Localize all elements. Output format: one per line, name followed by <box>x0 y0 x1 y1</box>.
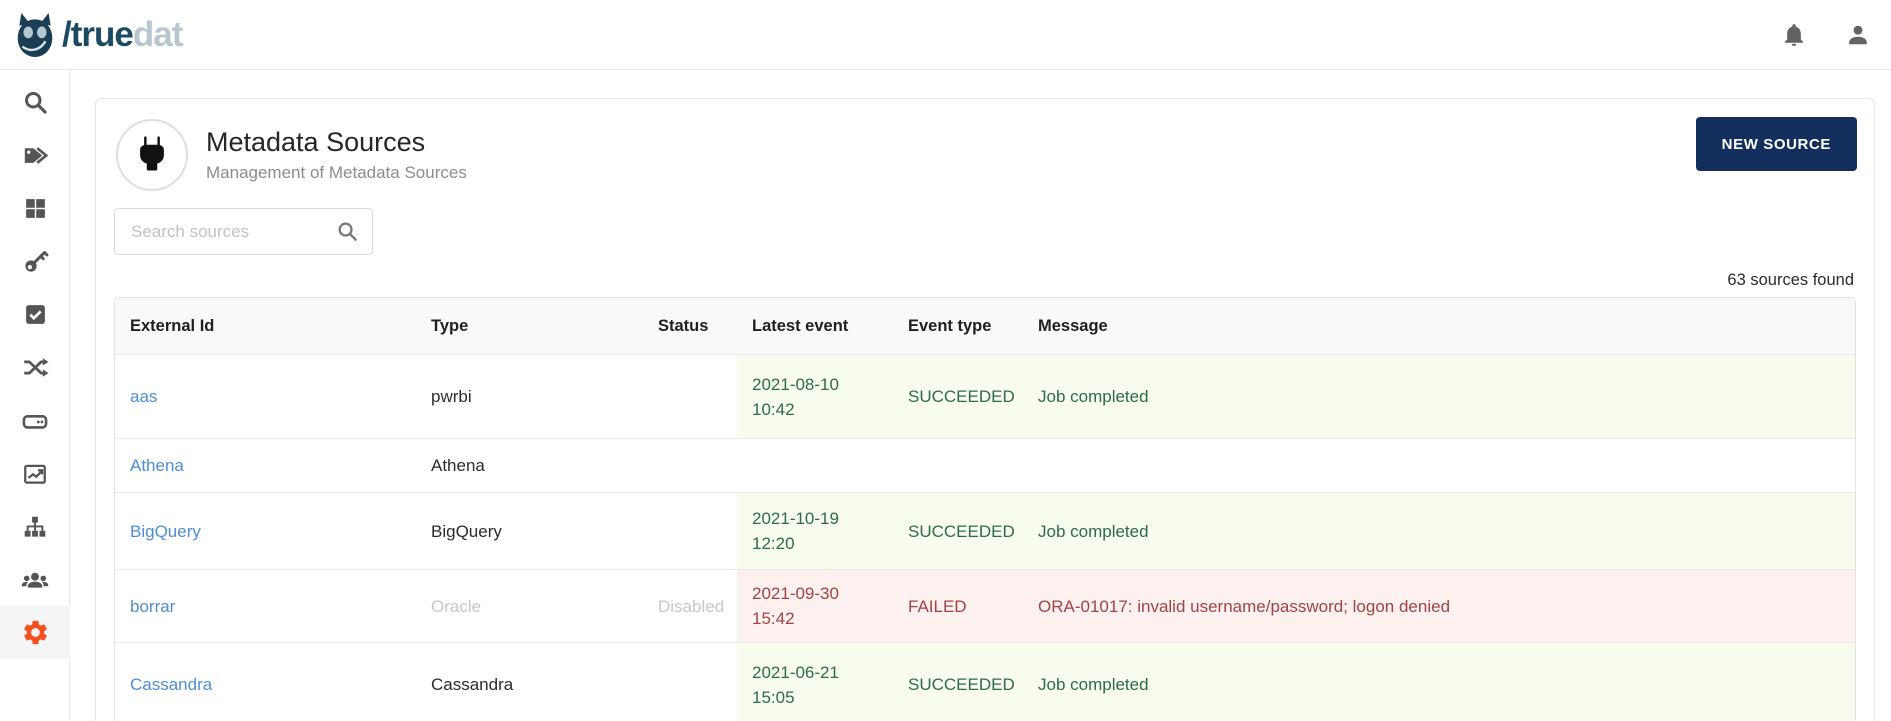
cell-external-id: BigQuery <box>115 492 416 569</box>
sidebar-item-tags[interactable] <box>0 129 70 182</box>
column-header-message: Message <box>1023 298 1855 354</box>
column-header-type: Type <box>416 298 643 354</box>
drive-icon <box>21 407 49 435</box>
source-link[interactable]: Cassandra <box>130 675 212 694</box>
truedat-logo[interactable]: /truedat <box>0 12 183 58</box>
results-count: 63 sources found <box>1727 271 1854 289</box>
tags-icon <box>22 142 49 169</box>
top-bar: /truedat <box>0 0 1891 70</box>
page-title: Metadata Sources <box>206 127 426 157</box>
source-link[interactable]: aas <box>130 387 157 406</box>
sidebar <box>0 70 70 720</box>
cell-type: Cassandra <box>416 642 643 721</box>
table-row: aas pwrbi 2021-08-10 10:42 SUCCEEDED Job… <box>115 354 1855 438</box>
cell-type: pwrbi <box>416 354 643 438</box>
table-header-row: External Id Type Status Latest event Eve… <box>115 298 1855 354</box>
cell-event-type: FAILED <box>893 569 1023 642</box>
gear-icon <box>21 618 50 647</box>
column-header-event-type: Event type <box>893 298 1023 354</box>
cell-status: Disabled <box>643 569 737 642</box>
search-input[interactable] <box>114 208 373 255</box>
sidebar-item-check-square[interactable] <box>0 288 70 341</box>
owl-icon <box>12 12 58 58</box>
cell-type: BigQuery <box>416 492 643 569</box>
cell-external-id: aas <box>115 354 416 438</box>
cell-latest-event: 2021-08-10 10:42 <box>737 354 893 438</box>
plug-icon <box>131 132 173 179</box>
source-link[interactable]: BigQuery <box>130 522 201 541</box>
cell-status <box>643 492 737 569</box>
column-header-external-id: External Id <box>115 298 416 354</box>
shuffle-icon <box>22 354 49 381</box>
cell-event-type: SUCCEEDED <box>893 354 1023 438</box>
key-icon <box>22 248 49 275</box>
table-row: borrar Oracle Disabled 2021-09-30 15:42 … <box>115 569 1855 642</box>
cell-external-id: borrar <box>115 569 416 642</box>
cell-latest-event: 2021-09-30 15:42 <box>737 569 893 642</box>
cell-latest-event: 2021-10-19 12:20 <box>737 492 893 569</box>
metadata-sources-panel: Metadata Sources Management of Metadata … <box>95 98 1875 721</box>
source-link[interactable]: borrar <box>130 597 175 616</box>
sidebar-item-users[interactable] <box>0 553 70 606</box>
cell-status <box>643 354 737 438</box>
sidebar-item-key[interactable] <box>0 235 70 288</box>
sources-table: External Id Type Status Latest event Eve… <box>114 297 1856 721</box>
column-header-latest-event: Latest event <box>737 298 893 354</box>
sidebar-item-sitemap[interactable] <box>0 500 70 553</box>
cell-latest-event <box>737 438 893 492</box>
table-row: BigQuery BigQuery 2021-10-19 12:20 SUCCE… <box>115 492 1855 569</box>
check-square-icon <box>23 302 48 327</box>
cell-status <box>643 438 737 492</box>
column-header-status: Status <box>643 298 737 354</box>
new-source-button[interactable]: NEW SOURCE <box>1695 117 1857 171</box>
table-row: Athena Athena <box>115 438 1855 492</box>
cell-message: Job completed <box>1023 642 1855 721</box>
cell-type: Athena <box>416 438 643 492</box>
cell-event-type: SUCCEEDED <box>893 492 1023 569</box>
page-subtitle: Management of Metadata Sources <box>206 163 467 182</box>
sitemap-icon <box>22 514 48 540</box>
cell-type: Oracle <box>416 569 643 642</box>
sidebar-item-chart-line[interactable] <box>0 447 70 500</box>
sidebar-item-search[interactable] <box>0 76 70 129</box>
cell-message: ORA-01017: invalid username/password; lo… <box>1023 569 1855 642</box>
cell-message: Job completed <box>1023 492 1855 569</box>
table-row: Cassandra Cassandra 2021-06-21 15:05 SUC… <box>115 642 1855 721</box>
cell-event-type <box>893 438 1023 492</box>
sidebar-item-grid[interactable] <box>0 182 70 235</box>
cell-event-type: SUCCEEDED <box>893 642 1023 721</box>
grid-icon <box>23 196 48 221</box>
users-icon <box>21 566 49 594</box>
logo-text: /truedat <box>62 14 183 54</box>
sidebar-item-settings[interactable] <box>0 606 70 659</box>
bell-icon[interactable] <box>1781 22 1807 48</box>
sidebar-item-shuffle[interactable] <box>0 341 70 394</box>
search-icon <box>22 89 49 116</box>
cell-status <box>643 642 737 721</box>
user-profile-icon[interactable] <box>1845 22 1871 48</box>
cell-message <box>1023 438 1855 492</box>
search-box <box>114 208 373 255</box>
plug-avatar <box>116 119 188 191</box>
sidebar-item-drive[interactable] <box>0 394 70 447</box>
source-link[interactable]: Athena <box>130 456 184 475</box>
cell-latest-event: 2021-06-21 15:05 <box>737 642 893 721</box>
cell-message: Job completed <box>1023 354 1855 438</box>
chart-line-icon <box>22 461 48 487</box>
page-header: Metadata Sources Management of Metadata … <box>116 119 467 191</box>
search-icon[interactable] <box>336 220 359 248</box>
cell-external-id: Athena <box>115 438 416 492</box>
cell-external-id: Cassandra <box>115 642 416 721</box>
